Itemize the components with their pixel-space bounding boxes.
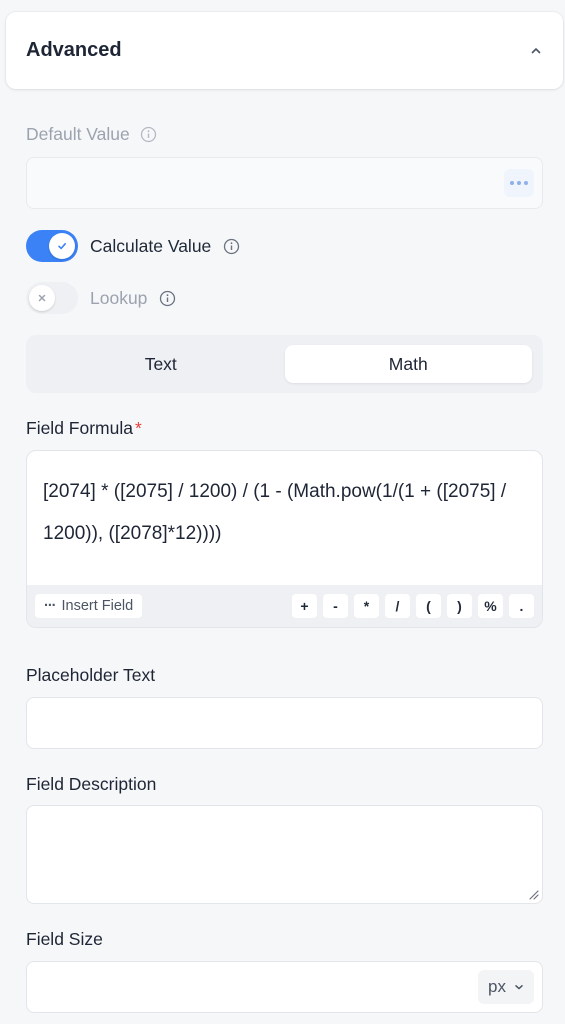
ellipsis-icon: ··· <box>44 598 56 614</box>
operator-minus-button[interactable]: - <box>323 594 348 618</box>
calc-mode-segmented-control: Text Math <box>26 335 543 393</box>
default-value-label: Default Value <box>26 124 157 145</box>
lookup-toggle[interactable] <box>26 282 78 314</box>
operator-buttons: + - * / ( ) % . <box>292 594 534 618</box>
operator-dot-button[interactable]: . <box>509 594 534 618</box>
operator-divide-button[interactable]: / <box>385 594 410 618</box>
field-description-label: Field Description <box>26 774 157 794</box>
chevron-up-icon[interactable] <box>531 46 541 56</box>
operator-close-paren-button[interactable]: ) <box>447 594 472 618</box>
formula-text[interactable]: [2074] * ([2075] / 1200) / (1 - (Math.po… <box>27 451 542 587</box>
advanced-section-header[interactable]: Advanced <box>6 12 563 89</box>
chevron-down-icon <box>515 985 523 990</box>
calculate-value-row: Calculate Value <box>26 230 240 262</box>
field-formula-label: Field Formula * <box>26 418 142 438</box>
tab-text[interactable]: Text <box>37 345 285 383</box>
more-options-icon[interactable] <box>504 169 534 197</box>
operator-percent-button[interactable]: % <box>478 594 503 618</box>
x-icon <box>29 285 55 311</box>
field-size-input[interactable]: px <box>26 961 543 1013</box>
lookup-row: Lookup <box>26 282 176 314</box>
tab-math[interactable]: Math <box>284 345 532 383</box>
placeholder-text-input[interactable] <box>26 697 543 749</box>
formula-toolbar: ··· Insert Field + - * / ( ) % . <box>27 585 542 627</box>
calculate-value-label: Calculate Value <box>90 235 212 256</box>
info-icon[interactable] <box>223 238 240 255</box>
field-description-textarea[interactable] <box>26 805 543 904</box>
operator-multiply-button[interactable]: * <box>354 594 379 618</box>
placeholder-text-label: Placeholder Text <box>26 665 156 685</box>
insert-field-button[interactable]: ··· Insert Field <box>35 594 143 618</box>
calculate-value-toggle[interactable] <box>26 230 78 262</box>
field-size-label: Field Size <box>26 929 103 949</box>
required-marker: * <box>134 418 142 438</box>
operator-open-paren-button[interactable]: ( <box>416 594 441 618</box>
field-formula-editor[interactable]: [2074] * ([2075] / 1200) / (1 - (Math.po… <box>26 450 543 628</box>
section-title: Advanced <box>26 39 122 61</box>
info-icon[interactable] <box>140 126 157 143</box>
unit-select[interactable]: px <box>478 970 534 1004</box>
operator-plus-button[interactable]: + <box>292 594 317 618</box>
default-value-input[interactable] <box>26 157 543 209</box>
info-icon[interactable] <box>159 290 176 307</box>
check-icon <box>49 233 75 259</box>
lookup-label: Lookup <box>90 287 148 308</box>
resize-handle-icon[interactable] <box>527 888 539 900</box>
